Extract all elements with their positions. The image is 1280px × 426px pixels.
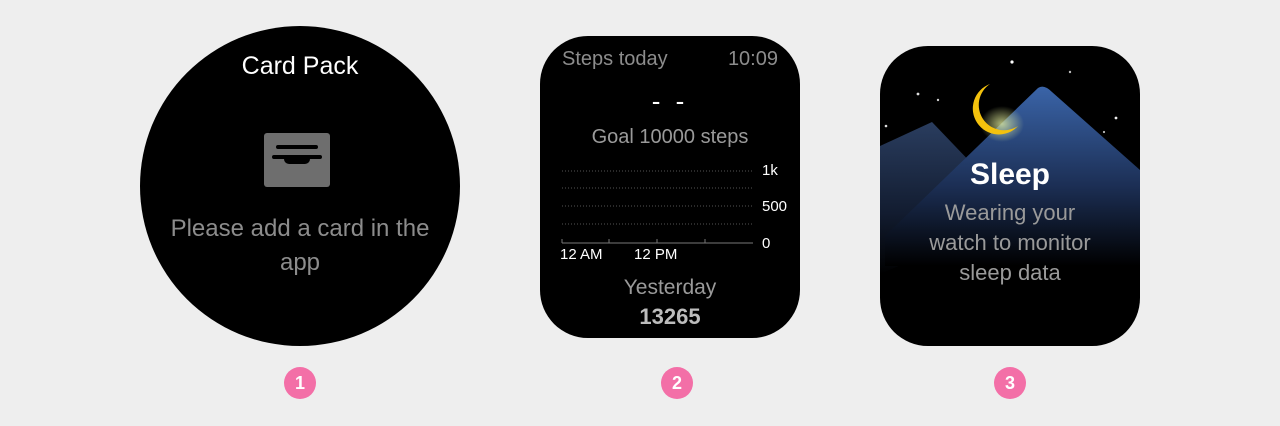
sleep-title: Sleep: [969, 158, 1051, 191]
y-tick-label-0: 0: [762, 235, 771, 252]
x-tick-label-12am: 12 AM: [560, 246, 603, 263]
sleep-subtitle: Wearing your watch to monitor sleep data: [880, 198, 1140, 288]
step-badge-1: 1: [284, 367, 316, 399]
sleep-subtitle-line-1: Wearing your: [944, 200, 1076, 225]
y-tick-label-500: 500: [762, 198, 788, 215]
card-pack-message: Please add a card in the app: [170, 215, 430, 276]
sleep-screen: Sleep Wearing your watch to monitor slee…: [880, 46, 1140, 346]
y-tick-label-1k: 1k: [762, 162, 778, 179]
night-sky-illustration: [880, 60, 1140, 274]
card-pack-title: Card Pack: [241, 52, 359, 80]
step-badge-3: 3: [994, 367, 1026, 399]
sleep-subtitle-line-3: sleep data: [959, 260, 1061, 285]
card-pack-screen: Card Pack Please add a card in the app: [140, 26, 460, 346]
x-tick-label-12pm: 12 PM: [634, 246, 678, 263]
sleep-subtitle-line-2: watch to monitor: [929, 230, 1091, 255]
step-badge-2: 2: [661, 367, 693, 399]
yesterday-label: Yesterday: [623, 276, 717, 299]
yesterday-steps: 13265: [639, 304, 701, 329]
card-holder-icon: [264, 133, 330, 187]
steps-screen: Steps today 10:09 - - Goal 10000 steps 1…: [540, 36, 800, 338]
